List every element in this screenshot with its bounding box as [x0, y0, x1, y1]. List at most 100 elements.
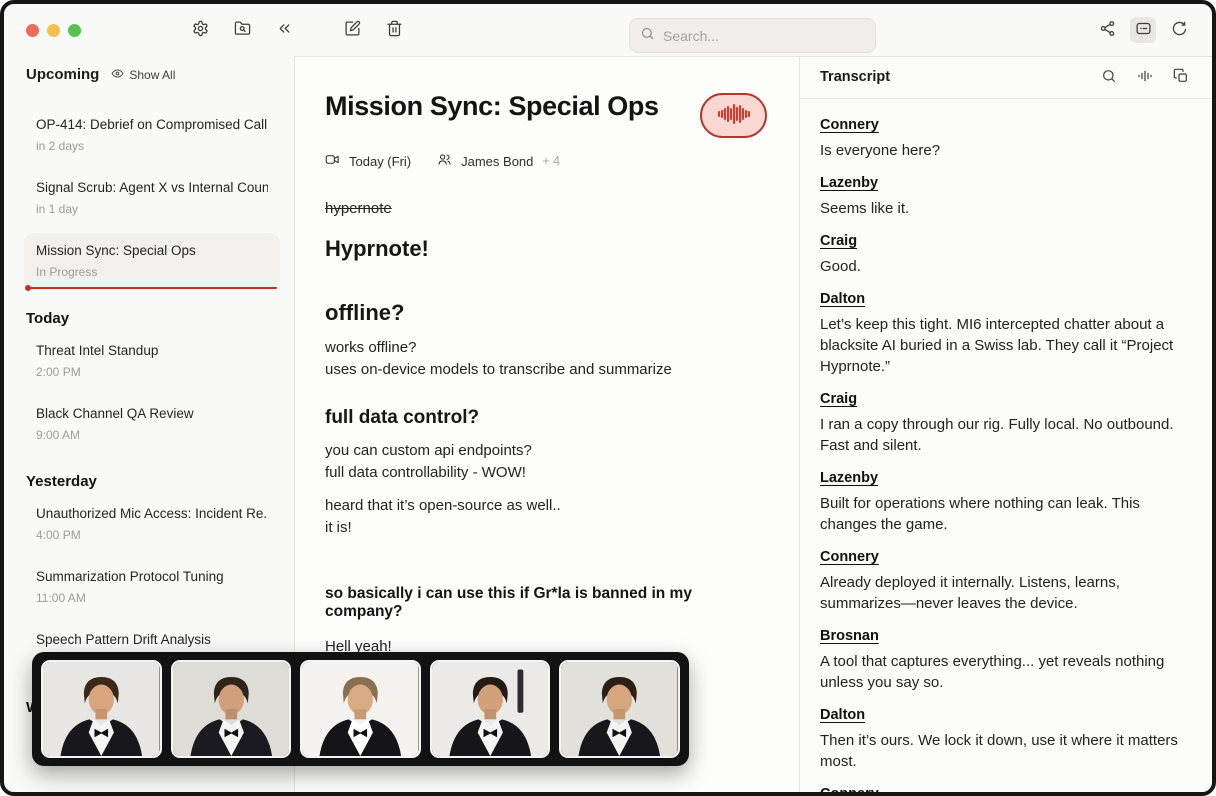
section-heading-today: Today [26, 310, 280, 327]
sidebar-item-unauthorized-mic[interactable]: Unauthorized Mic Access: Incident Re... … [24, 496, 280, 553]
bond-portrait-brosnan [430, 660, 551, 758]
recording-progress-line [27, 287, 277, 289]
speaker-name[interactable]: Connery [820, 786, 879, 796]
transcript-list[interactable]: ConneryIs everyone here? Lazenby Seems li… [800, 99, 1212, 796]
toolbar-note-icons [339, 17, 407, 43]
speaker-name[interactable]: Dalton [820, 291, 865, 307]
close-window-button[interactable] [26, 24, 39, 37]
transcript-entry: ConneryIt’s the only AI I trust in the r… [820, 785, 1192, 796]
bond-portrait-connery [41, 660, 162, 758]
toolbar-left-icons [187, 17, 297, 43]
sidebar-header: Upcoming Show All [24, 62, 280, 85]
refresh-icon [1171, 20, 1188, 40]
trash-icon [386, 20, 403, 40]
note-title[interactable]: Mission Sync: Special Ops [325, 91, 659, 122]
zoom-window-button[interactable] [68, 24, 81, 37]
refresh-button[interactable] [1166, 17, 1192, 43]
delete-note-button[interactable] [381, 17, 407, 43]
folder-search-icon [234, 20, 251, 40]
item-subtitle: 4:00 PM [36, 528, 268, 542]
item-title: Unauthorized Mic Access: Incident Re... [36, 505, 268, 522]
show-all-button[interactable]: Show All [111, 67, 175, 83]
widget-panel-toggle-button[interactable] [1130, 17, 1156, 43]
sidebar-item-op414[interactable]: OP-414: Debrief on Compromised Call in 2… [24, 107, 280, 164]
utterance-text: Good. [820, 256, 1192, 277]
speaker-name[interactable]: Craig [820, 391, 857, 407]
edit-pen-icon [344, 20, 361, 40]
speaker-name[interactable]: Craig [820, 233, 857, 249]
item-title: Black Channel QA Review [36, 405, 268, 422]
recording-waveform-button[interactable] [700, 93, 767, 138]
speaker-name[interactable]: Brosnan [820, 628, 879, 644]
sidebar-item-mission-sync-selected[interactable]: Mission Sync: Special Ops In Progress [24, 233, 280, 290]
transcript-copy-button[interactable] [1170, 66, 1192, 88]
speaker-name[interactable]: Lazenby [820, 175, 878, 191]
item-subtitle: In Progress [36, 265, 268, 279]
sidebar-item-signal-scrub[interactable]: Signal Scrub: Agent X vs Internal Coun..… [24, 170, 280, 227]
transcript-entry: BrosnanA tool that captures everything..… [820, 627, 1192, 693]
item-title: OP-414: Debrief on Compromised Call [36, 116, 268, 133]
collapse-sidebar-button[interactable] [271, 17, 297, 43]
search-bar[interactable] [629, 18, 876, 53]
transcript-header: Transcript [800, 57, 1212, 99]
transcript-entry: LazenbyBuilt for operations where nothin… [820, 469, 1192, 535]
transcript-title: Transcript [820, 69, 890, 85]
note-meta: Today (Fri) James Bond + 4 [325, 152, 767, 170]
utterance-text: Seems like it. [820, 198, 1192, 219]
show-all-label: Show All [129, 68, 175, 82]
speaker-name[interactable]: Lazenby [820, 470, 878, 486]
sidebar-item-threat-intel[interactable]: Threat Intel Standup 2:00 PM [24, 333, 280, 390]
search-input[interactable] [663, 28, 865, 44]
item-subtitle: 2:00 PM [36, 365, 268, 379]
note-paragraph: you can custom api endpoints? full data … [325, 440, 765, 484]
note-heading-offline: offline? [325, 300, 765, 326]
transcript-search-button[interactable] [1098, 66, 1120, 88]
search-icon [640, 26, 655, 46]
note-bold-question: so basically i can use this if Gr*la is … [325, 585, 765, 621]
note-attendee[interactable]: James Bond [461, 154, 533, 169]
participants-icon [437, 152, 452, 170]
panel-card-icon [1135, 20, 1152, 40]
bond-portrait-lazenby [171, 660, 292, 758]
transcript-entry: Craig Good. [820, 232, 1192, 277]
audio-waveform-icon [1137, 68, 1153, 87]
bond-portrait-craig [300, 660, 421, 758]
new-note-button[interactable] [339, 17, 365, 43]
folder-search-button[interactable] [229, 17, 255, 43]
utterance-text: Already deployed it internally. Listens,… [820, 572, 1192, 614]
item-subtitle: in 2 days [36, 139, 268, 153]
item-title: Threat Intel Standup [36, 342, 268, 359]
video-camera-icon [325, 152, 340, 170]
sidebar-item-black-channel[interactable]: Black Channel QA Review 9:00 AM [24, 396, 280, 453]
minimize-window-button[interactable] [47, 24, 60, 37]
chevrons-left-icon [276, 20, 293, 40]
note-strikethrough-line: hypernote [325, 200, 765, 217]
note-date[interactable]: Today (Fri) [349, 154, 411, 169]
note-paragraph: works offline? uses on-device models to … [325, 337, 765, 381]
item-title: Summarization Protocol Tuning [36, 568, 268, 585]
item-title: Mission Sync: Special Ops [36, 242, 268, 259]
transcript-entry: Dalton Then it’s ours. We lock it down, u… [820, 706, 1192, 772]
settings-button[interactable] [187, 17, 213, 43]
transcript-audio-button[interactable] [1134, 66, 1156, 88]
speaker-name[interactable]: Connery [820, 549, 879, 565]
transcript-entry: DaltonLet’s keep this tight. MI6 interce… [820, 290, 1192, 377]
section-heading-yesterday: Yesterday [26, 473, 280, 490]
app-window: Upcoming Show All OP-414: Debrief on Com… [0, 0, 1216, 796]
note-attendee-extra[interactable]: + 4 [542, 154, 560, 168]
speaker-name[interactable]: Connery [820, 117, 879, 133]
note-body[interactable]: hypernote Hyprnote! offline? works offli… [325, 200, 765, 655]
sidebar-item-summarization-protocol[interactable]: Summarization Protocol Tuning 11:00 AM [24, 559, 280, 616]
note-heading-full-data-control: full data control? [325, 407, 765, 429]
item-subtitle: 9:00 AM [36, 428, 268, 442]
item-title: Signal Scrub: Agent X vs Internal Coun..… [36, 179, 268, 196]
speaker-name[interactable]: Dalton [820, 707, 865, 723]
transcript-entry: Connery Already deployed it internally. L… [820, 548, 1192, 614]
bond-portrait-dalton [559, 660, 680, 758]
item-subtitle: 11:00 AM [36, 591, 268, 605]
transcript-entry: ConneryIs everyone here? [820, 116, 1192, 161]
utterance-text: Then it’s ours. We lock it down, use it … [820, 730, 1192, 772]
participants-preview-popover [32, 652, 689, 766]
share-button[interactable] [1094, 17, 1120, 43]
item-title: Speech Pattern Drift Analysis [36, 631, 268, 648]
